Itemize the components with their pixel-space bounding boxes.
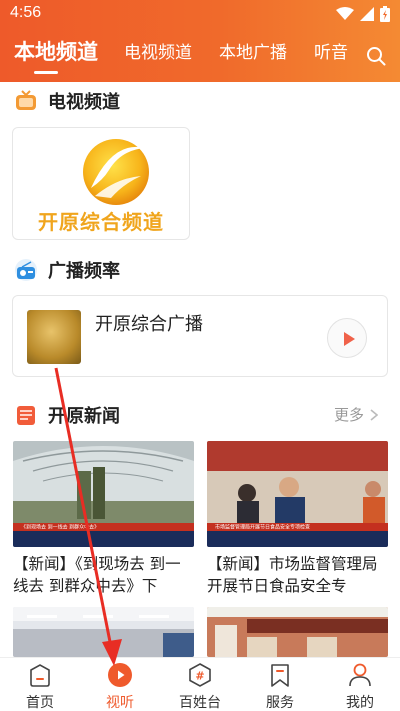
radio-icon	[15, 259, 37, 281]
more-label: 更多	[333, 406, 364, 424]
battery-icon	[380, 6, 390, 22]
news-section-header: 开原新闻	[14, 400, 120, 430]
tab-local-radio[interactable]: 本地广播	[219, 38, 287, 63]
tab-tv-channel[interactable]: 电视频道	[124, 38, 192, 63]
radio-section-title: 广播频率	[48, 261, 120, 282]
tv-section-title: 电视频道	[48, 92, 120, 113]
nav-service[interactable]: 服务	[240, 658, 320, 711]
signal-icon	[360, 7, 374, 21]
status-bar: 4:56	[0, 0, 400, 28]
nav-profile-label: 我的	[346, 695, 374, 711]
tv-channel-name: 开原综合频道	[38, 210, 164, 234]
user-icon	[349, 663, 371, 687]
radio-section-header: 广播频率	[14, 255, 120, 285]
search-icon[interactable]	[366, 46, 386, 66]
news-thumbnail-2[interactable]: 市场监督管理局开展节日食品安全专项检查	[207, 441, 388, 547]
news-title-1[interactable]: 【新闻】《到现场去 到一线去 到群众中去》下	[13, 553, 195, 597]
nav-home[interactable]: 首页	[0, 658, 80, 711]
news-thumbnail-1[interactable]: 《到现场去 到一线去 到群众中去》	[13, 441, 194, 547]
tab-listen[interactable]: 听音	[314, 38, 348, 63]
svg-text:#: #	[195, 670, 204, 683]
news-caption-1: 《到现场去 到一线去 到群众中去》	[21, 524, 99, 531]
channel-tabs: 本地频道 电视频道 本地广播 听音	[0, 38, 400, 78]
channel-logo	[83, 139, 149, 205]
tv-icon	[16, 90, 36, 110]
radio-channel-name: 开原综合广播	[95, 314, 203, 335]
hashtag-icon: #	[189, 663, 211, 687]
nav-audio-video-label: 视听	[106, 695, 134, 711]
news-more-link[interactable]: 更多	[334, 404, 378, 425]
status-time: 4:56	[10, 4, 42, 21]
newspaper-icon	[17, 406, 35, 425]
radio-channel-card[interactable]: 开原综合广播	[12, 295, 388, 377]
tv-channel-card[interactable]: 开原综合频道	[12, 127, 190, 240]
bottom-navigation: 首页 视听 # 百姓台 服务 我的	[0, 657, 400, 711]
news-thumbnail-3[interactable]	[13, 607, 194, 657]
status-icons	[336, 6, 390, 22]
top-bar: 4:56 本地频道 电视频道 本地广播 听音	[0, 0, 400, 82]
nav-home-label: 首页	[26, 695, 54, 711]
wifi-icon	[336, 7, 354, 20]
play-icon	[108, 663, 132, 687]
home-icon	[30, 664, 50, 687]
active-tab-indicator	[34, 71, 58, 74]
nav-public-channel-label: 百姓台	[179, 695, 221, 711]
news-section-title: 开原新闻	[48, 406, 120, 427]
nav-profile[interactable]: 我的	[320, 658, 400, 711]
radio-play-button[interactable]	[327, 318, 367, 358]
radio-thumbnail	[27, 310, 81, 364]
chevron-right-icon	[370, 408, 378, 421]
tab-local-channel[interactable]: 本地频道	[14, 36, 98, 66]
news-caption-2: 市场监督管理局开展节日食品安全专项检查	[215, 524, 310, 531]
nav-public-channel[interactable]: # 百姓台	[160, 658, 240, 711]
news-title-2[interactable]: 【新闻】市场监督管理局开展节日食品安全专	[207, 553, 389, 597]
nav-service-label: 服务	[266, 695, 294, 711]
news-thumbnail-4[interactable]	[207, 607, 388, 657]
tv-section-header: 电视频道	[14, 86, 120, 116]
nav-audio-video[interactable]: 视听	[80, 658, 160, 711]
bookmark-icon	[271, 664, 289, 687]
